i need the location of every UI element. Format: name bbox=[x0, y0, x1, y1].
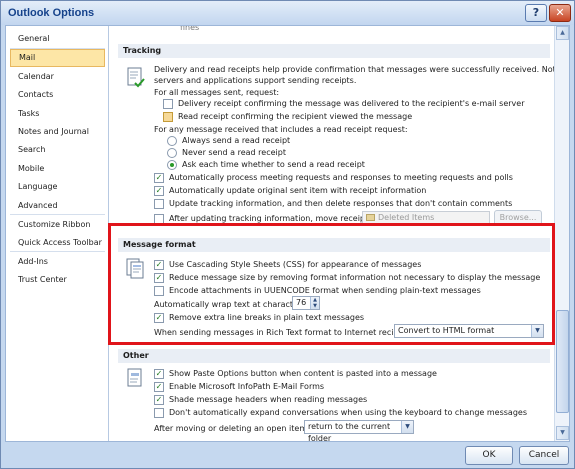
sidebar-item-tasks[interactable]: Tasks bbox=[10, 105, 105, 123]
after-moving-value: return to the current folder bbox=[308, 422, 391, 441]
never-send-label: Never send a read receipt bbox=[182, 148, 286, 157]
chevron-down-icon[interactable]: ▼ bbox=[401, 421, 413, 433]
rtf-internet-label: When sending messages in Rich Text forma… bbox=[154, 328, 421, 337]
update-tracking-checkbox[interactable] bbox=[154, 199, 164, 209]
spinner-arrows-icon[interactable]: ▲ ▼ bbox=[310, 297, 319, 309]
outlook-options-window: Outlook Options ? ✕ General Mail Calenda… bbox=[0, 0, 575, 469]
rtf-format-value: Convert to HTML format bbox=[398, 326, 495, 335]
sidebar-item-advanced[interactable]: Advanced bbox=[10, 197, 105, 215]
auto-process-label: Automatically process meeting requests a… bbox=[169, 173, 513, 182]
for-any-received-label: For any message received that includes a… bbox=[154, 125, 408, 134]
never-send-radio[interactable] bbox=[167, 148, 177, 158]
scroll-down-icon[interactable]: ▼ bbox=[556, 426, 569, 440]
clipped-text: fines bbox=[180, 26, 200, 32]
after-moving-dropdown[interactable]: return to the current folder ▼ bbox=[304, 420, 414, 441]
message-format-icon bbox=[126, 258, 144, 279]
dont-expand-label: Don't automatically expand conversations… bbox=[169, 408, 527, 417]
tracking-icon bbox=[127, 67, 145, 88]
delivery-receipt-label: Delivery receipt confirming the message … bbox=[178, 99, 525, 108]
scroll-thumb[interactable] bbox=[556, 310, 569, 413]
sidebar-item-general[interactable]: General bbox=[10, 30, 105, 48]
rtf-format-dropdown[interactable]: Convert to HTML format ▼ bbox=[394, 324, 544, 338]
shade-headers-label: Shade message headers when reading messa… bbox=[169, 395, 368, 404]
use-css-checkbox[interactable]: ✓ bbox=[154, 260, 164, 270]
options-sidebar: General Mail Calendar Contacts Tasks Not… bbox=[6, 26, 109, 441]
sidebar-item-customize-ribbon[interactable]: Customize Ribbon bbox=[10, 216, 105, 234]
sidebar-divider bbox=[10, 251, 105, 252]
reduce-size-label: Reduce message size by removing format i… bbox=[169, 273, 541, 282]
sidebar-item-quick-access[interactable]: Quick Access Toolbar bbox=[10, 234, 105, 252]
use-css-label: Use Cascading Style Sheets (CSS) for app… bbox=[169, 260, 422, 269]
after-updating-label: After updating tracking information, mov… bbox=[169, 214, 382, 223]
cancel-button[interactable]: Cancel bbox=[519, 446, 569, 465]
sidebar-item-mobile[interactable]: Mobile bbox=[10, 160, 105, 178]
sidebar-item-mail[interactable]: Mail bbox=[10, 49, 105, 67]
auto-update-label: Automatically update original sent item … bbox=[169, 186, 427, 195]
sidebar-item-trust-center[interactable]: Trust Center bbox=[10, 271, 105, 289]
folder-icon bbox=[366, 214, 375, 221]
message-format-section-header: Message format bbox=[118, 238, 550, 252]
tracking-intro-line2: servers and applications support sending… bbox=[154, 76, 357, 85]
update-tracking-label: Update tracking information, and then de… bbox=[169, 199, 513, 208]
sidebar-item-language[interactable]: Language bbox=[10, 178, 105, 196]
auto-update-checkbox[interactable]: ✓ bbox=[154, 186, 164, 196]
wrap-text-label: Automatically wrap text at character: bbox=[154, 300, 304, 309]
infopath-label: Enable Microsoft InfoPath E-Mail Forms bbox=[169, 382, 325, 391]
delivery-receipt-checkbox[interactable] bbox=[163, 99, 173, 109]
paste-options-checkbox[interactable]: ✓ bbox=[154, 369, 164, 379]
title-bar: Outlook Options ? ✕ bbox=[1, 1, 574, 25]
encode-attachments-checkbox[interactable] bbox=[154, 286, 164, 296]
shade-headers-checkbox[interactable]: ✓ bbox=[154, 395, 164, 405]
other-options-icon bbox=[127, 368, 142, 387]
sidebar-item-calendar[interactable]: Calendar bbox=[10, 68, 105, 86]
sidebar-item-contacts[interactable]: Contacts bbox=[10, 86, 105, 104]
scroll-up-icon[interactable]: ▲ bbox=[556, 26, 569, 40]
sidebar-divider bbox=[10, 214, 105, 215]
read-receipt-label: Read receipt confirming the recipient vi… bbox=[178, 112, 413, 121]
remove-line-breaks-checkbox[interactable]: ✓ bbox=[154, 313, 164, 323]
ask-each-radio[interactable] bbox=[167, 160, 177, 170]
other-section-header: Other bbox=[118, 349, 550, 363]
chevron-down-icon[interactable]: ▼ bbox=[531, 325, 543, 337]
remove-line-breaks-label: Remove extra line breaks in plain text m… bbox=[169, 313, 365, 322]
browse-button[interactable]: Browse... bbox=[494, 210, 542, 226]
mail-options-content: fines Tracking Delivery and read receipt… bbox=[110, 26, 554, 441]
ok-button[interactable]: OK bbox=[465, 446, 513, 465]
window-title: Outlook Options bbox=[8, 7, 95, 19]
tracking-intro-line1: Delivery and read receipts help provide … bbox=[154, 65, 554, 74]
sidebar-item-add-ins[interactable]: Add-Ins bbox=[10, 253, 105, 271]
paste-options-label: Show Paste Options button when content i… bbox=[169, 369, 437, 378]
ask-each-label: Ask each time whether to send a read rec… bbox=[182, 160, 365, 169]
vertical-scrollbar[interactable]: ▲ ▼ bbox=[554, 26, 569, 441]
read-receipt-checkbox[interactable] bbox=[163, 112, 173, 122]
for-all-sent-label: For all messages sent, request: bbox=[154, 88, 280, 97]
reduce-size-checkbox[interactable]: ✓ bbox=[154, 273, 164, 283]
wrap-column-spinner[interactable]: 76 ▲ ▼ bbox=[292, 296, 320, 310]
close-button[interactable]: ✕ bbox=[549, 4, 571, 22]
sidebar-item-notes[interactable]: Notes and Journal bbox=[10, 123, 105, 141]
dont-expand-checkbox[interactable] bbox=[154, 408, 164, 418]
tracking-section-header: Tracking bbox=[118, 44, 550, 58]
sidebar-item-search[interactable]: Search bbox=[10, 141, 105, 159]
deleted-items-field[interactable]: Deleted Items bbox=[362, 211, 490, 225]
deleted-items-value: Deleted Items bbox=[378, 213, 435, 222]
help-button[interactable]: ? bbox=[525, 4, 547, 22]
after-moving-label: After moving or deleting an open item: bbox=[154, 424, 310, 433]
always-send-label: Always send a read receipt bbox=[182, 136, 291, 145]
after-updating-checkbox[interactable] bbox=[154, 214, 164, 224]
wrap-column-value: 76 bbox=[296, 298, 307, 307]
infopath-checkbox[interactable]: ✓ bbox=[154, 382, 164, 392]
always-send-radio[interactable] bbox=[167, 136, 177, 146]
dialog-body: General Mail Calendar Contacts Tasks Not… bbox=[5, 25, 570, 442]
encode-attachments-label: Encode attachments in UUENCODE format wh… bbox=[169, 286, 481, 295]
auto-process-checkbox[interactable]: ✓ bbox=[154, 173, 164, 183]
